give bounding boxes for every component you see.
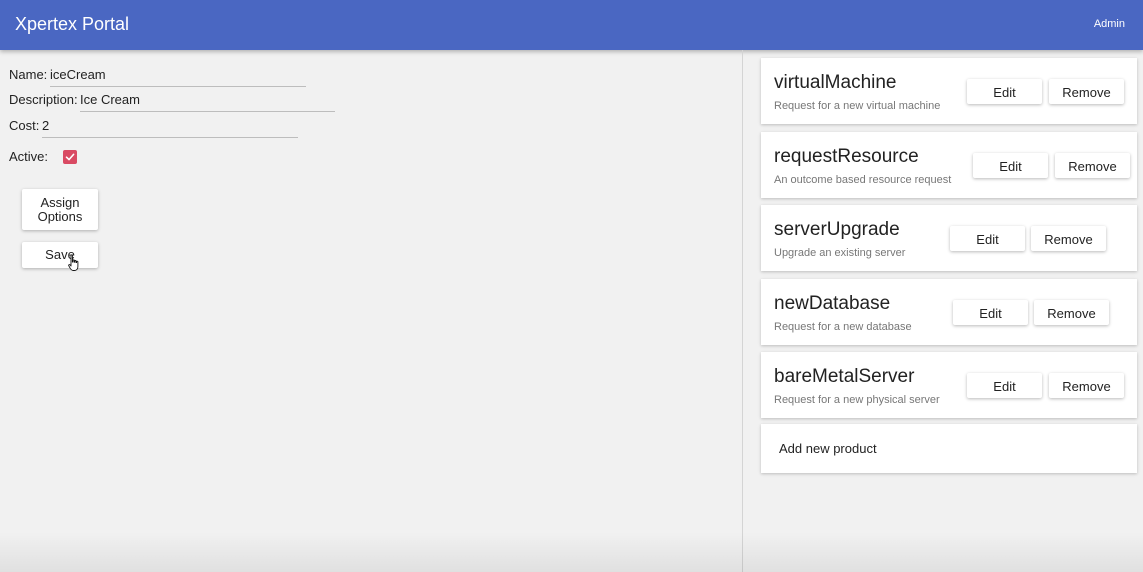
edit-button[interactable]: Edit (973, 153, 1048, 178)
top-app-bar: Xpertex Portal Admin (0, 0, 1143, 50)
assign-options-button[interactable]: Assign Options (22, 189, 98, 230)
remove-button[interactable]: Remove (1031, 226, 1106, 251)
product-list: virtualMachine Request for a new virtual… (743, 50, 1143, 572)
add-new-product-label: Add new product (779, 441, 877, 456)
cost-input[interactable] (42, 115, 298, 138)
name-label: Name: (9, 67, 48, 82)
remove-button[interactable]: Remove (1049, 373, 1124, 398)
cost-label: Cost: (9, 118, 40, 133)
name-input[interactable] (50, 64, 306, 87)
checkmark-icon (65, 153, 75, 161)
edit-button[interactable]: Edit (967, 79, 1042, 104)
product-description: An outcome based resource request (774, 174, 952, 186)
product-title: requestResource (774, 146, 919, 167)
product-title: newDatabase (774, 293, 891, 314)
active-label: Active: (9, 149, 49, 164)
description-input[interactable] (80, 89, 335, 112)
description-label: Description: (9, 92, 78, 107)
product-card-virtualmachine: virtualMachine Request for a new virtual… (761, 58, 1137, 124)
product-edit-form: Name: Description: Cost: Active: Assign … (0, 50, 742, 572)
app-title: Xpertex Portal (15, 14, 130, 34)
product-description: Upgrade an existing server (774, 247, 906, 259)
add-new-product-button[interactable]: Add new product (761, 424, 1137, 473)
save-button[interactable]: Save (22, 242, 98, 268)
product-title: serverUpgrade (774, 219, 900, 240)
product-description: Request for a new database (774, 321, 912, 333)
product-card-newdatabase: newDatabase Request for a new database E… (761, 279, 1137, 345)
edit-button[interactable]: Edit (953, 300, 1028, 325)
product-description: Request for a new virtual machine (774, 100, 941, 112)
remove-button[interactable]: Remove (1055, 153, 1130, 178)
edit-button[interactable]: Edit (967, 373, 1042, 398)
remove-button[interactable]: Remove (1049, 79, 1124, 104)
product-description: Request for a new physical server (774, 394, 940, 406)
active-checkbox[interactable] (63, 150, 77, 164)
product-card-baremetalserver: bareMetalServer Request for a new physic… (761, 352, 1137, 418)
product-card-requestresource: requestResource An outcome based resourc… (761, 132, 1137, 198)
edit-button[interactable]: Edit (950, 226, 1025, 251)
product-title: bareMetalServer (774, 366, 915, 387)
product-title: virtualMachine (774, 72, 897, 93)
user-menu-admin[interactable]: Admin (1094, 18, 1125, 30)
remove-button[interactable]: Remove (1034, 300, 1109, 325)
product-card-serverupgrade: serverUpgrade Upgrade an existing server… (761, 205, 1137, 271)
